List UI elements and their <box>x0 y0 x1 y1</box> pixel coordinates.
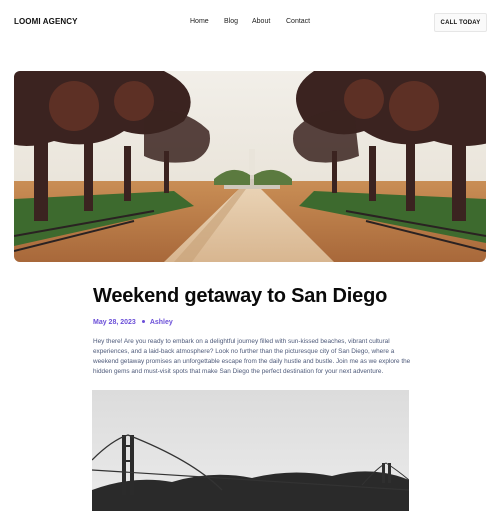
nav-contact[interactable]: Contact <box>286 18 320 25</box>
call-today-button[interactable]: CALL TODAY <box>434 13 487 32</box>
hero-image <box>14 71 486 262</box>
brand-logo[interactable]: LOOMI AGENCY <box>14 17 78 26</box>
bridge-image <box>92 390 409 511</box>
post-intro: Hey there! Are you ready to embark on a … <box>93 338 411 375</box>
site-header: LOOMI AGENCY Home Blog About Contact CAL… <box>0 0 500 48</box>
nav-about[interactable]: About <box>252 18 277 25</box>
post-meta: May 28, 2023 Ashley <box>93 319 173 326</box>
nav-blog[interactable]: Blog <box>224 18 249 25</box>
meta-separator <box>141 320 145 323</box>
post-author[interactable]: Ashley <box>150 319 173 326</box>
post-date: May 28, 2023 <box>93 319 136 326</box>
post-title: Weekend getaway to San Diego <box>93 285 388 307</box>
nav-home[interactable]: Home <box>190 18 220 25</box>
